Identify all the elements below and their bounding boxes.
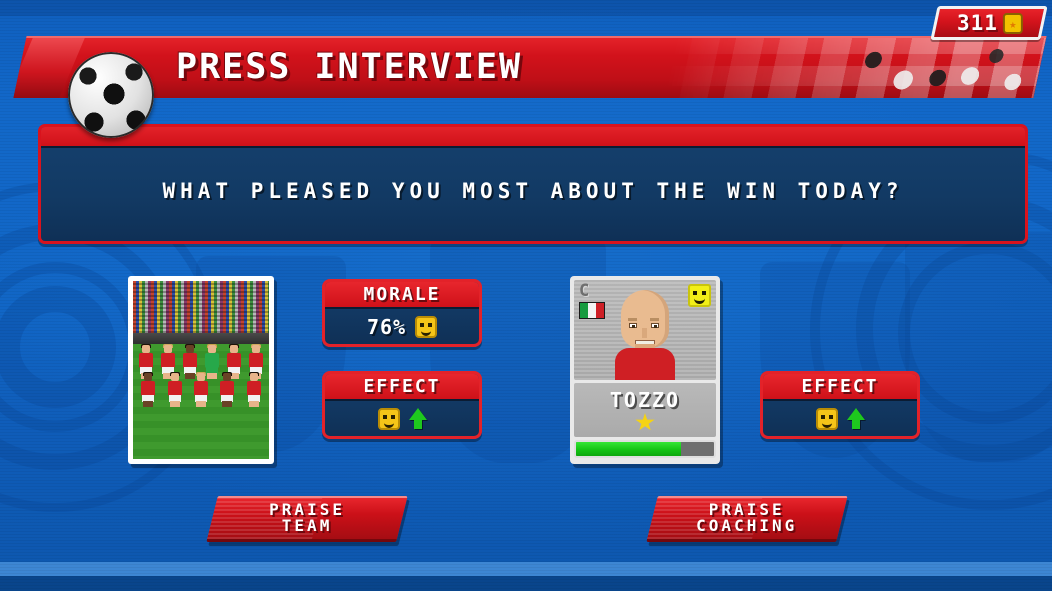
arrow-up-icon [408, 408, 427, 429]
crowd-stand [133, 281, 269, 333]
currency-counter: 311 [930, 6, 1048, 40]
question-text: WHAT PLEASED YOU MOST ABOUT THE WIN TODA… [162, 179, 904, 203]
team-photo [128, 276, 274, 464]
praise-coaching-label-line2: COACHING [696, 516, 798, 536]
player-figure [193, 372, 209, 407]
praise-team-label-line2: TEAM [281, 516, 333, 536]
praise-coaching-button[interactable]: PRAISE COACHING [646, 496, 848, 542]
player-name-plate: TOZZO [574, 383, 716, 437]
morale-title-text: MORALE [363, 284, 441, 305]
player-figure [167, 372, 183, 407]
italy-flag-icon [579, 302, 605, 319]
player-rating-bar-fill [576, 442, 681, 456]
players-front-row [135, 372, 267, 407]
player-rating-bar [574, 440, 716, 458]
soccer-ball-icon [68, 52, 154, 138]
header-ball-pattern [838, 44, 1039, 94]
effect-team-title-text: EFFECT [363, 376, 441, 397]
star-icon [635, 413, 655, 431]
player-name: TOZZO [609, 388, 681, 412]
effect-team-body [325, 401, 479, 436]
morale-panel-title: MORALE [325, 282, 479, 309]
question-panel: WHAT PLEASED YOU MOST ABOUT THE WIN TODA… [38, 124, 1028, 244]
background-shield [905, 232, 1052, 462]
player-figure [140, 372, 156, 407]
team-photo-image [133, 281, 269, 459]
effect-player-title-text: EFFECT [801, 376, 879, 397]
page-title: PRESS INTERVIEW [176, 47, 523, 87]
player-card[interactable]: C TOZZO [570, 276, 720, 464]
morale-panel: MORALE 76% [322, 279, 482, 347]
effect-panel-team: EFFECT [322, 371, 482, 439]
background-light-band [0, 562, 1052, 576]
currency-value: 311 [956, 11, 998, 35]
happy-face-icon [815, 407, 838, 430]
player-figure [246, 372, 262, 407]
background-top-band [0, 0, 1052, 16]
praise-team-label: PRAISE TEAM [269, 500, 345, 536]
morale-panel-body: 76% [325, 309, 479, 344]
effect-panel-player: EFFECT [760, 371, 920, 439]
question-panel-header-strip [41, 127, 1025, 148]
effect-team-title: EFFECT [325, 374, 479, 401]
header-banner: PRESS INTERVIEW [0, 36, 1047, 138]
player-figure [219, 372, 235, 407]
happy-face-icon [688, 284, 711, 307]
effect-player-body [763, 401, 917, 436]
arrow-up-icon [846, 408, 865, 429]
player-face [615, 290, 675, 380]
praise-coaching-label: PRAISE COACHING [696, 500, 798, 536]
happy-face-icon [415, 315, 438, 338]
captain-badge: C [579, 281, 590, 301]
effect-player-title: EFFECT [763, 374, 917, 401]
happy-face-icon [377, 407, 400, 430]
morale-value: 76% [366, 314, 407, 339]
player-portrait: C [574, 280, 716, 380]
coin-icon [1003, 12, 1024, 34]
background-dark-band [0, 576, 1052, 591]
praise-team-button[interactable]: PRAISE TEAM [206, 496, 408, 542]
header-banner-body [13, 36, 1047, 98]
stand-barrier [133, 333, 269, 344]
